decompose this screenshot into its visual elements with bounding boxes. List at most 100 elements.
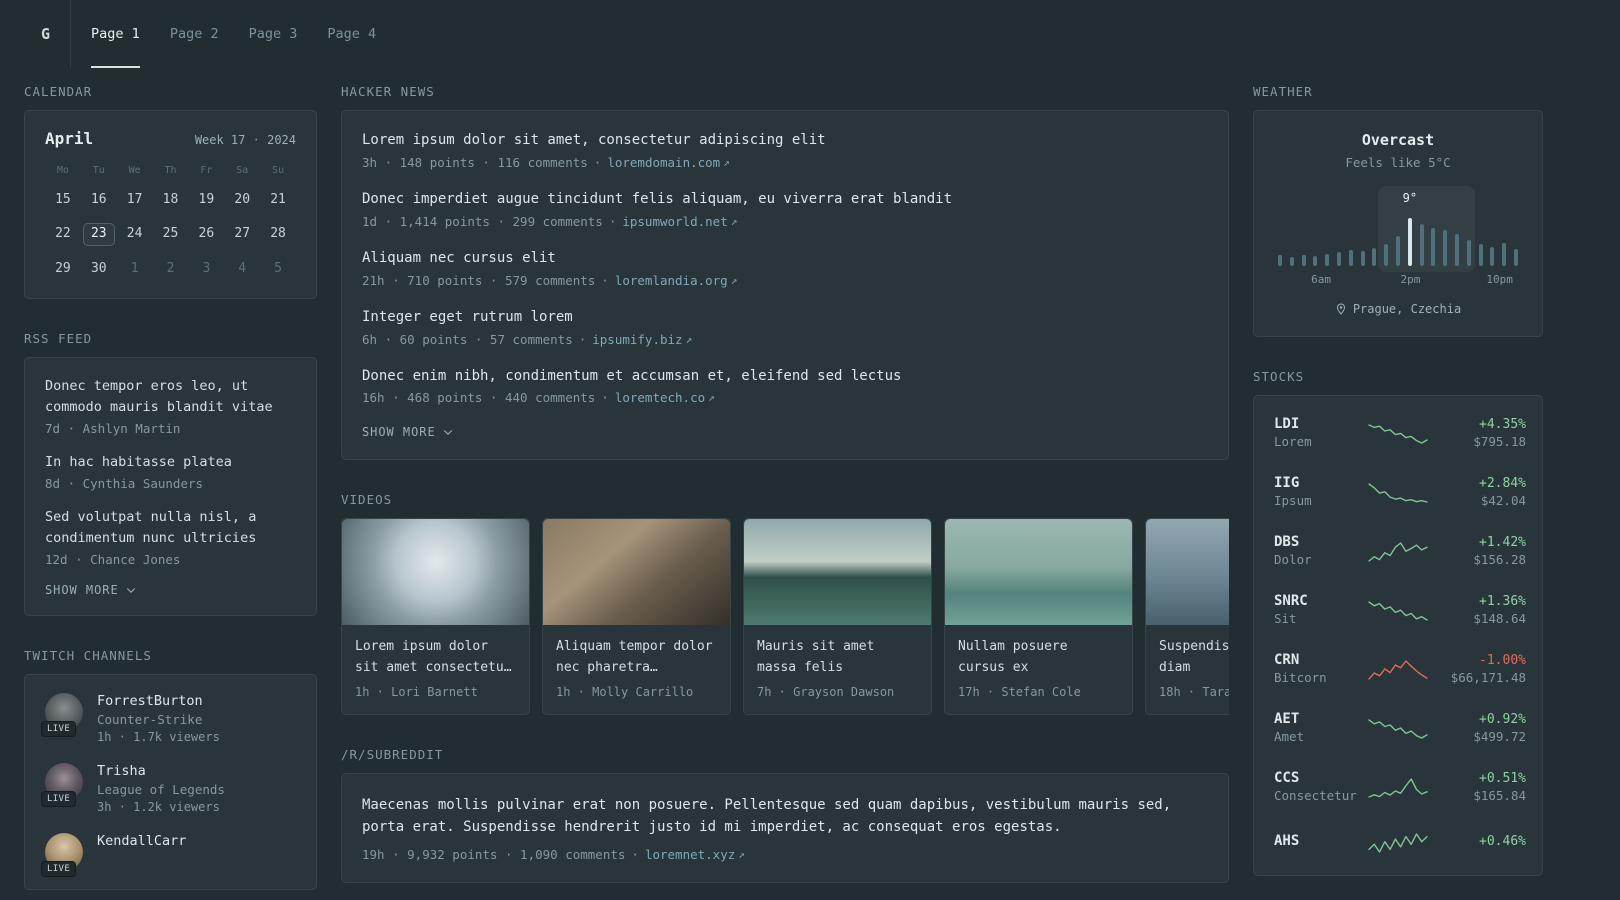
subreddit-widget: Maecenas mollis pulvinar erat non posuer… — [341, 772, 1229, 883]
temperature-bar — [1372, 248, 1377, 266]
stock-ticker[interactable]: AET — [1274, 711, 1366, 727]
stock-sparkline — [1368, 777, 1428, 798]
video-title[interactable]: Aliquam tempor dolor nec pharetra… — [556, 637, 717, 677]
video-card[interactable]: Nullam posuere cursus ex 17h · Stefan Co… — [944, 518, 1133, 715]
temperature-bar — [1395, 236, 1400, 266]
hackernews-item-title[interactable]: Lorem ipsum dolor sit amet, consectetur … — [362, 131, 1208, 150]
page-tab[interactable]: Page 1 — [91, 0, 140, 68]
calendar-day: 4 — [238, 260, 247, 276]
hackernews-item-title[interactable]: Aliquam nec cursus elit — [362, 249, 1208, 268]
stock-ticker[interactable]: IIG — [1274, 475, 1366, 491]
video-card[interactable]: Mauris sit amet massa felis 7h · Grayson… — [743, 518, 932, 715]
channel-name[interactable]: KendallCarr — [97, 833, 186, 849]
stock-ticker[interactable]: DBS — [1274, 534, 1366, 550]
twitch-channel[interactable]: LIVE Trisha League of Legends 3h · 1.2k … — [41, 762, 296, 814]
calendar-day: 16 — [90, 192, 107, 207]
right-column: WEATHER Overcast Feels like 5°C 9° 6am 2… — [1253, 84, 1543, 900]
external-link-icon: ↗ — [730, 214, 738, 228]
video-card[interactable]: Lorem ipsum dolor sit amet consectetu… 1… — [341, 518, 530, 715]
rss-item: Sed volutpat nulla nisl, a condimentum n… — [45, 507, 296, 567]
hackernews-item-domain-link[interactable]: ipsumworld.net ↗ — [622, 214, 737, 229]
temperature-bar — [1360, 251, 1365, 266]
rss-item-title[interactable]: In hac habitasse platea — [45, 452, 296, 474]
rss-item-title[interactable]: Donec tempor eros leo, ut commodo mauris… — [45, 376, 296, 419]
temperature-bar — [1513, 249, 1518, 266]
calendar-day-header: Su — [272, 165, 285, 176]
video-thumbnail[interactable] — [744, 519, 931, 626]
weather-hourly-chart: 9° — [1274, 186, 1522, 272]
video-meta: 1h · Molly Carrillo — [556, 684, 694, 699]
video-thumbnail[interactable] — [543, 519, 730, 626]
video-card[interactable]: Suspendisse diam 18h · Tara — [1145, 518, 1229, 715]
videos-section-title: VIDEOS — [341, 492, 393, 508]
stock-row[interactable]: AHS +0.46% — [1274, 816, 1526, 868]
stocks-list: LDI Lorem +4.35% $795.18 IIG Ipsum +2.84… — [1274, 403, 1526, 868]
stock-row[interactable]: CRN Bitcorn -1.00% $66,171.48 — [1274, 639, 1526, 698]
hackernews-item-domain-link[interactable]: loremlandia.org ↗ — [615, 273, 738, 288]
stock-ticker[interactable]: CCS — [1274, 770, 1366, 786]
time-label: 10pm — [1486, 273, 1513, 286]
temperature-bar — [1348, 250, 1353, 266]
temperature-bar — [1336, 252, 1341, 266]
stock-row[interactable]: IIG Ipsum +2.84% $42.04 — [1274, 462, 1526, 521]
hackernews-item-domain-link[interactable]: loremdomain.com ↗ — [607, 155, 730, 170]
video-card[interactable]: Aliquam tempor dolor nec pharetra… 1h · … — [542, 518, 731, 715]
calendar-day: 15 — [55, 192, 71, 207]
rss-widget: Donec tempor eros leo, ut commodo mauris… — [24, 356, 317, 616]
videos-row: Lorem ipsum dolor sit amet consectetu… 1… — [341, 518, 1229, 715]
stock-ticker[interactable]: AHS — [1274, 833, 1366, 849]
page-tab[interactable]: Page 4 — [327, 0, 376, 68]
hackernews-item-domain-link[interactable]: ipsumify.biz ↗ — [592, 332, 692, 347]
video-thumbnail[interactable] — [342, 519, 529, 626]
external-link-icon: ↗ — [738, 847, 745, 861]
rss-item-meta: 7d · Ashlyn Martin — [45, 421, 181, 437]
stock-row[interactable]: DBS Dolor +1.42% $156.28 — [1274, 521, 1526, 580]
hackernews-section: HACKER NEWS Lorem ipsum dolor sit amet, … — [341, 84, 1229, 461]
video-title[interactable]: Lorem ipsum dolor sit amet consectetu… — [355, 637, 516, 677]
stock-row[interactable]: LDI Lorem +4.35% $795.18 — [1274, 403, 1526, 462]
stock-price: $156.28 — [1473, 551, 1526, 567]
calendar-day: 18 — [162, 192, 179, 207]
twitch-channel[interactable]: LIVE ForrestBurton Counter-Strike 1h · 1… — [41, 692, 296, 744]
video-title[interactable]: Mauris sit amet massa felis — [757, 637, 918, 677]
stock-change: -1.00% — [1479, 652, 1526, 668]
hackernews-item-domain-link[interactable]: loremtech.co ↗ — [615, 390, 715, 405]
stock-ticker[interactable]: LDI — [1274, 416, 1366, 432]
calendar-day: 22 — [55, 226, 71, 242]
hackernews-item-title[interactable]: Integer eget rutrum lorem — [362, 308, 1208, 327]
video-thumbnail[interactable] — [945, 519, 1132, 626]
calendar-day-header: Sa — [236, 165, 249, 176]
live-badge: LIVE — [41, 860, 77, 877]
post-title[interactable]: Maecenas mollis pulvinar erat non posuer… — [362, 794, 1208, 839]
subreddit-section-title: /R/SUBREDDIT — [341, 746, 444, 762]
stock-name: Dolor — [1274, 552, 1312, 567]
rss-show-more-button[interactable]: SHOW MORE — [45, 583, 137, 597]
hackernews-item-title[interactable]: Donec imperdiet augue tincidunt felis al… — [362, 190, 1208, 209]
hackernews-item: Lorem ipsum dolor sit amet, consectetur … — [362, 131, 1208, 170]
page-tab[interactable]: Page 2 — [170, 0, 219, 68]
stock-row[interactable]: CCS Consectetur +0.51% $165.84 — [1274, 757, 1526, 816]
video-thumbnail[interactable] — [1146, 519, 1229, 626]
rss-item-title[interactable]: Sed volutpat nulla nisl, a condimentum n… — [45, 507, 296, 550]
hackernews-item-title[interactable]: Donec enim nibh, condimentum et accumsan… — [362, 367, 1208, 386]
stock-ticker[interactable]: CRN — [1274, 652, 1366, 668]
dot-separator: · — [631, 846, 639, 862]
top-navbar: G Page 1 Page 2 Page 3 Page 4 — [0, 0, 1620, 68]
temperature-bar — [1466, 240, 1471, 266]
page-tab[interactable]: Page 3 — [249, 0, 298, 68]
stock-row[interactable]: SNRC Sit +1.36% $148.64 — [1274, 580, 1526, 639]
temperature-bar — [1478, 244, 1483, 266]
video-title[interactable]: Suspendisse diam — [1159, 637, 1229, 677]
channel-name[interactable]: ForrestBurton — [97, 693, 220, 709]
external-link-icon: ↗ — [708, 391, 715, 405]
calendar-day: 5 — [274, 260, 282, 276]
rss-item: Donec tempor eros leo, ut commodo mauris… — [45, 376, 296, 436]
video-title[interactable]: Nullam posuere cursus ex — [958, 637, 1119, 677]
twitch-channel[interactable]: LIVE KendallCarr — [41, 832, 296, 877]
post-domain-link[interactable]: loremnet.xyz ↗ — [645, 847, 745, 862]
stock-ticker[interactable]: SNRC — [1274, 593, 1366, 609]
hackernews-show-more-button[interactable]: SHOW MORE — [362, 425, 454, 439]
app-logo[interactable]: G — [41, 0, 50, 68]
stock-row[interactable]: AET Amet +0.92% $499.72 — [1274, 698, 1526, 757]
channel-name[interactable]: Trisha — [97, 763, 225, 779]
